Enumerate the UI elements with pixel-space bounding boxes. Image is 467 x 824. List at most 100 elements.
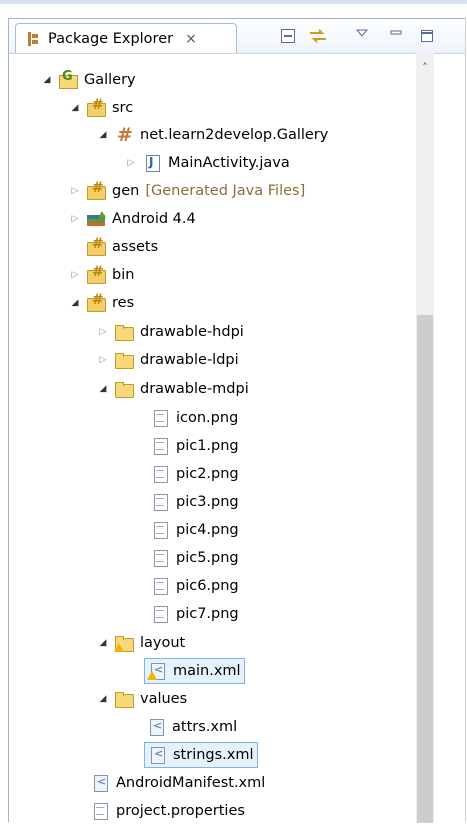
file-icon [150,492,170,512]
collapse-all-icon[interactable] [279,28,297,44]
tree-item-label: drawable-hdpi [140,324,244,340]
tree-item-label: pic5.png [176,550,239,566]
expanded-arrow-icon[interactable]: ◢ [96,636,110,650]
tree-item-src[interactable]: ◢ src [68,95,133,121]
tree-item-label: attrs.xml [172,719,238,735]
tree-item-pic2-png[interactable]: pic2.png [150,461,239,487]
expanded-arrow-icon[interactable]: ◢ [68,101,82,115]
open-folder-icon [114,689,134,709]
view-tab-bar: Package Explorer ⨯ [9,19,465,54]
tree-item-label: AndroidManifest.xml [116,775,266,791]
android-library-icon [86,209,106,229]
tree-item-label: bin [112,267,135,283]
folder-icon [86,264,106,285]
tree-item-label: values [140,691,188,707]
collapsed-arrow-icon[interactable]: ▷ [68,184,82,198]
maximize-icon[interactable] [419,28,435,44]
tree-item-bin[interactable]: ▷ bin [68,262,134,288]
tree-item-layout[interactable]: ◢ layout [96,630,185,656]
tree-item-label: gen [112,183,140,199]
tree-item-drawable-hdpi[interactable]: ▷ drawable-hdpi [96,319,244,345]
tree-item-mainactivity[interactable]: ▷ MainActivity.java [124,150,290,176]
tree-item-pic6-png[interactable]: pic6.png [150,573,239,599]
tree-item-label: Android 4.4 [112,211,196,227]
tree-item-pic5-png[interactable]: pic5.png [150,545,239,571]
open-folder-icon [114,379,134,399]
tree-item-label: pic7.png [176,606,239,622]
warning-icon [114,643,124,652]
file-icon [150,408,170,428]
tree-item-gen[interactable]: ▷ gen [Generated Java Files] [68,178,305,204]
tree-item-icon-png[interactable]: icon.png [150,405,238,431]
tree-item-label: assets [112,239,159,255]
tree-item-label: pic1.png [176,438,239,454]
expanded-arrow-icon[interactable]: ◢ [40,73,54,87]
collapsed-arrow-icon[interactable]: ▷ [96,353,110,367]
tree-item-label: layout [140,635,186,651]
java-file-icon [142,153,162,173]
tree-item-res[interactable]: ◢ res [68,290,134,316]
collapsed-arrow-icon[interactable]: ▷ [68,212,82,226]
tree-item-drawable-ldpi[interactable]: ▷ drawable-ldpi [96,347,239,373]
tree-item-label: pic3.png [176,494,239,510]
package-explorer-icon [26,31,40,47]
file-icon [150,464,170,484]
tree-item-label: project.properties [116,803,245,819]
collapsed-arrow-icon[interactable]: ▷ [124,156,138,170]
collapsed-arrow-icon[interactable]: ▷ [68,268,82,282]
link-with-editor-icon[interactable] [307,28,329,44]
tree-item-assets[interactable]: assets [86,234,158,260]
close-icon[interactable]: ⨯ [185,31,197,47]
tree-item-label: pic6.png [176,578,239,594]
tree-item-project-properties[interactable]: project.properties [90,798,245,824]
warning-icon [147,671,157,680]
xml-file-icon [147,661,167,681]
android-project-icon [58,69,78,90]
expanded-arrow-icon[interactable]: ◢ [68,296,82,310]
scrollbar-thumb[interactable] [417,315,433,823]
xml-file-icon [147,745,167,765]
tab-title: Package Explorer [48,30,174,47]
xml-file-icon [146,717,166,737]
tree-item-label: strings.xml [173,747,254,763]
tree-item-label: res [112,295,135,311]
tree-item-label: src [112,100,134,116]
open-folder-icon [114,633,134,653]
tree-item-pic7-png[interactable]: pic7.png [150,601,239,627]
package-icon [114,124,134,146]
scroll-up-icon[interactable]: ˄ [416,61,434,75]
collapsed-arrow-icon[interactable]: ▷ [96,325,110,339]
tree-item-android-manifest[interactable]: AndroidManifest.xml [90,770,265,796]
expanded-arrow-icon[interactable]: ◢ [96,692,110,706]
tree-item-label: main.xml [173,663,241,679]
tree-item-main-xml[interactable]: main.xml [144,658,245,684]
tree-item-pic1-png[interactable]: pic1.png [150,433,239,459]
tree-item-package[interactable]: ◢ net.learn2develop.Gallery [96,122,329,148]
minimize-icon[interactable] [389,25,403,41]
expanded-arrow-icon[interactable]: ◢ [96,382,110,396]
file-icon [150,436,170,456]
tree-item-attrs-xml[interactable]: attrs.xml [146,714,237,740]
folder-icon [86,236,106,257]
vertical-scrollbar[interactable]: ˄ [416,53,434,823]
tree-item-label: icon.png [176,410,239,426]
file-icon [150,604,170,624]
file-icon [150,520,170,540]
view-menu-icon[interactable] [355,25,369,41]
tree-item-pic3-png[interactable]: pic3.png [150,489,239,515]
tab-package-explorer[interactable]: Package Explorer ⨯ [15,23,237,53]
tree-item-values[interactable]: ◢ values [96,686,187,712]
tree-item-android-lib[interactable]: ▷ Android 4.4 [68,206,196,232]
folder-icon [86,292,106,313]
tree-item-pic4-png[interactable]: pic4.png [150,517,239,543]
tree-item-label: drawable-mdpi [140,381,249,397]
tree-item-label: net.learn2develop.Gallery [140,127,329,143]
tree-item-project-gallery[interactable]: ◢ Gallery [40,67,136,93]
tree-item-label: MainActivity.java [168,155,290,171]
expanded-arrow-icon[interactable]: ◢ [96,128,110,142]
tree-item-strings-xml[interactable]: strings.xml [144,742,258,768]
xml-file-icon [90,773,110,793]
generated-source-folder-icon [86,180,106,201]
folder-icon [114,350,134,370]
tree-item-drawable-mdpi[interactable]: ◢ drawable-mdpi [96,376,249,402]
